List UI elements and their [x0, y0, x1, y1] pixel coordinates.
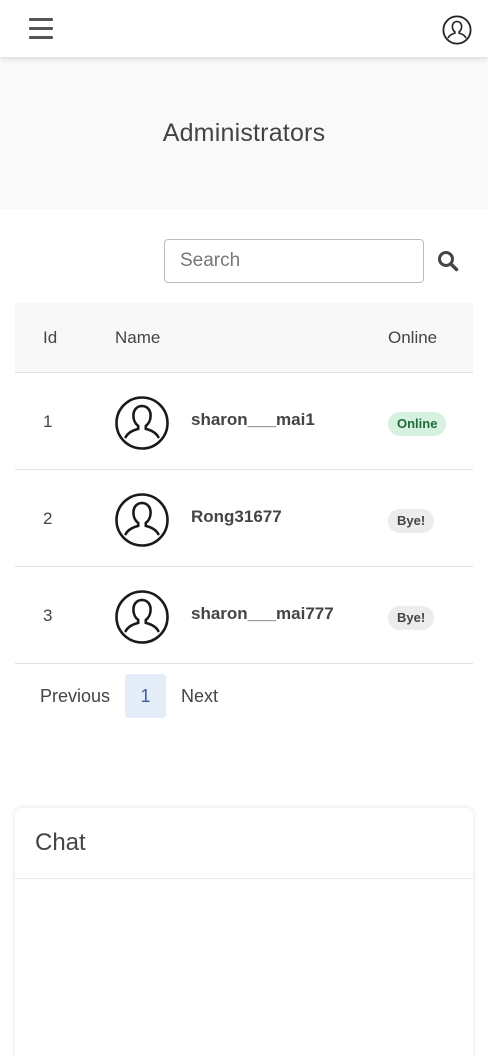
- user-avatar-icon: [115, 493, 169, 547]
- page-header: Administrators: [0, 57, 488, 209]
- search-icon[interactable]: [437, 250, 459, 272]
- column-header-id[interactable]: Id: [43, 328, 57, 348]
- status-badge: Bye!: [388, 606, 435, 630]
- row-id: 2: [43, 509, 53, 528]
- row-name[interactable]: sharon___mai777: [191, 604, 334, 624]
- next-page-button[interactable]: Next: [181, 686, 218, 707]
- chat-panel: Chat: [15, 808, 473, 1055]
- table-row[interactable]: 1 sharon___mai1 Online: [15, 373, 473, 470]
- table-row[interactable]: 3 sharon___mai777 Bye!: [15, 567, 473, 664]
- chat-title: Chat: [35, 829, 86, 856]
- user-avatar-icon: [115, 396, 169, 450]
- chat-header: Chat: [15, 808, 473, 879]
- table-row[interactable]: 2 Rong31677 Bye!: [15, 470, 473, 567]
- column-header-name[interactable]: Name: [115, 328, 160, 348]
- row-name[interactable]: sharon___mai1: [191, 410, 315, 430]
- pagination: Previous 1 Next: [40, 674, 218, 718]
- status-badge: Bye!: [388, 509, 435, 533]
- search-box: [164, 239, 424, 283]
- status-badge: Online: [388, 412, 447, 436]
- user-avatar-icon: [115, 590, 169, 644]
- administrators-table: Id Name Online 1 sharon___mai1 Online 2 …: [15, 303, 473, 664]
- row-id: 1: [43, 412, 53, 431]
- page-1-button[interactable]: 1: [125, 674, 167, 718]
- user-account-icon[interactable]: [442, 15, 472, 45]
- page-title: Administrators: [162, 118, 326, 147]
- search-input[interactable]: [164, 239, 424, 283]
- row-id: 3: [43, 606, 53, 625]
- row-name[interactable]: Rong31677: [191, 507, 282, 527]
- table-header: Id Name Online: [15, 303, 473, 373]
- hamburger-menu-icon[interactable]: [29, 18, 53, 40]
- top-navbar: [0, 0, 488, 57]
- previous-page-button[interactable]: Previous: [40, 686, 110, 707]
- column-header-online[interactable]: Online: [388, 328, 437, 348]
